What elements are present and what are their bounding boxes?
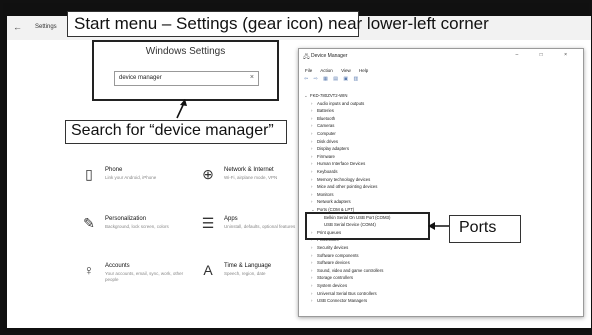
device-tree-item[interactable]: › Memory technology devices xyxy=(311,176,370,183)
device-manager-titlebar: 🖧 Device Manager – □ × xyxy=(299,49,583,63)
device-tree-label: Batteries xyxy=(317,108,334,114)
device-tree-label: Storage controllers xyxy=(317,275,354,281)
device-manager-menubar: File Action View Help xyxy=(305,68,375,73)
arrow-to-search-icon xyxy=(176,99,187,119)
screenshot-frame: ← Settings Windows Settings device manag… xyxy=(0,0,592,335)
device-tree-item[interactable]: › Monitors xyxy=(311,191,333,198)
device-tree-label: Keyboards xyxy=(317,169,338,174)
device-manager-window: 🖧 Device Manager – □ × File Action View … xyxy=(298,48,584,317)
device-tree-item[interactable]: › USB Connector Managers xyxy=(311,297,367,304)
device-manager-toolbar[interactable]: ⇦ ⇨ ▦ ▤ ▣ ▥ xyxy=(304,76,360,82)
language-icon: A xyxy=(203,262,213,278)
clear-icon[interactable]: × xyxy=(250,74,254,81)
menu-help[interactable]: Help xyxy=(359,68,368,73)
menu-view[interactable]: View xyxy=(341,68,351,73)
menu-action[interactable]: Action xyxy=(320,68,333,73)
device-tree-label: Human Interface Devices xyxy=(317,161,366,167)
search-input[interactable]: device manager × xyxy=(114,71,259,86)
device-tree-item[interactable]: ⌄ FKD-780ZVT2-WIN xyxy=(304,92,347,99)
personalization-icon: ✎ xyxy=(83,215,95,231)
device-tree-item[interactable]: › Firmware xyxy=(311,153,335,160)
settings-tile[interactable]: ▯ Phone Link your Android, iPhone xyxy=(81,166,191,200)
ports-highlight-box xyxy=(305,212,430,240)
device-tree-label: Monitors xyxy=(317,191,334,197)
search-input-value: device manager xyxy=(119,75,162,81)
device-tree-label: Memory technology devices xyxy=(317,176,371,182)
device-tree-item[interactable]: › Display adapters xyxy=(311,145,349,152)
tile-subtitle: Background, lock screen, colors xyxy=(105,224,169,229)
globe-icon: ⊕ xyxy=(202,166,214,182)
device-manager-app-icon: 🖧 xyxy=(303,54,310,60)
device-manager-title: Device Manager xyxy=(311,53,348,59)
tile-title: Time & Language xyxy=(224,263,272,269)
search-callout: Search for “device manager” xyxy=(65,120,287,144)
device-tree-item[interactable]: › Disk drives xyxy=(311,138,338,145)
device-tree-label: FKD-780ZVT2-WIN xyxy=(310,93,348,98)
windows-settings-search-panel: Windows Settings device manager × xyxy=(92,40,279,101)
tile-subtitle: Your accounts, email, sync, work, other … xyxy=(105,271,184,282)
tile-title: Accounts xyxy=(105,263,130,269)
device-tree-label: Software devices xyxy=(317,260,350,266)
device-tree-item[interactable]: › Human Interface Devices xyxy=(311,160,365,167)
device-tree-item[interactable]: › Bluetooth xyxy=(311,115,335,122)
device-tree-label: Mice and other pointing devices xyxy=(317,184,378,190)
device-tree-label: Display adapters xyxy=(317,146,350,152)
settings-tile[interactable]: ✎ Personalization Background, lock screen,… xyxy=(81,215,191,249)
window-controls[interactable]: – □ × xyxy=(516,52,578,58)
device-tree-label: Universal Serial Bus controllers xyxy=(317,290,377,296)
device-tree-item[interactable]: › Storage controllers xyxy=(311,274,353,281)
tile-subtitle: Link your Android, iPhone xyxy=(105,175,157,180)
device-tree-label: System devices xyxy=(317,283,348,288)
settings-window-title: Settings xyxy=(35,24,57,30)
device-tree-label: Network adapters xyxy=(317,199,351,205)
device-tree-label: Security devices xyxy=(317,245,349,250)
settings-tile[interactable]: ♀ Accounts Your accounts, email, sync, wor… xyxy=(81,262,191,296)
device-tree-item[interactable]: › Cameras xyxy=(311,122,334,129)
settings-tile[interactable]: ⊕ Network & Internet Wi-Fi, airplane mode,… xyxy=(200,166,310,200)
menu-file[interactable]: File xyxy=(305,68,312,73)
device-tree-label: USB Connector Managers xyxy=(317,298,368,304)
apps-icon: ☰ xyxy=(201,215,215,231)
settings-tile[interactable]: A Time & Language Speech, region, date xyxy=(200,262,310,296)
device-tree-item[interactable]: › Software components xyxy=(311,252,359,259)
device-tree-label: Software components xyxy=(317,252,359,258)
device-tree-label: Bluetooth xyxy=(317,115,336,121)
tile-title: Network & Internet xyxy=(224,167,274,173)
device-tree-item[interactable]: › Audio inputs and outputs xyxy=(311,100,364,107)
ports-callout: Ports xyxy=(449,215,521,243)
device-tree-item[interactable]: › Universal Serial Bus controllers xyxy=(311,290,377,297)
tile-title: Personalization xyxy=(105,216,147,222)
device-tree-item[interactable]: › Mice and other pointing devices xyxy=(311,183,377,190)
device-tree-item[interactable]: › Security devices xyxy=(311,244,348,251)
device-tree-item[interactable]: › Network adapters xyxy=(311,198,351,205)
device-tree-item[interactable]: › Sound, video and game controllers xyxy=(311,267,383,274)
start-menu-callout: Start menu – Settings (gear icon) near l… xyxy=(67,11,489,37)
settings-tile[interactable]: ☰ Apps Uninstall, defaults, optional featu… xyxy=(200,215,310,249)
device-tree-item[interactable]: › Keyboards xyxy=(311,168,338,175)
tile-title: Phone xyxy=(105,167,123,173)
device-tree-label: Cameras xyxy=(317,123,335,129)
device-tree-label: Audio inputs and outputs xyxy=(317,100,365,106)
device-tree-label: Firmware xyxy=(317,153,335,159)
phone-icon: ▯ xyxy=(85,166,93,182)
device-tree-item[interactable]: › Computer xyxy=(311,130,336,137)
back-arrow-icon[interactable]: ← xyxy=(13,22,22,32)
device-tree-item[interactable]: › Batteries xyxy=(311,107,334,114)
device-tree-label: Sound, video and game controllers xyxy=(317,267,384,273)
device-tree-label: Disk drives xyxy=(317,138,339,144)
device-tree-label: Computer xyxy=(317,131,336,136)
device-tree-item[interactable]: › System devices xyxy=(311,282,347,289)
person-icon: ♀ xyxy=(83,262,95,278)
device-tree-item[interactable]: › Software devices xyxy=(311,259,350,266)
tile-title: Apps xyxy=(224,216,238,222)
windows-settings-heading: Windows Settings xyxy=(145,46,226,57)
